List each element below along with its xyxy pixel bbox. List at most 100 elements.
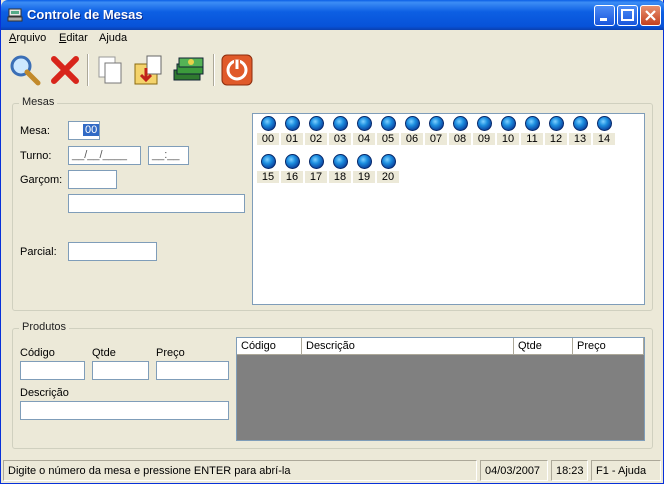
turno-time-input[interactable]: __:__ — [148, 146, 189, 165]
mesa-number: 00 — [257, 133, 279, 145]
search-icon[interactable] — [7, 52, 43, 88]
mesa-item[interactable]: 11 — [521, 116, 543, 152]
grid-column-codigo[interactable]: Código — [237, 338, 302, 355]
mesa-number: 17 — [305, 171, 327, 183]
descricao-input[interactable] — [20, 401, 229, 420]
mesa-item[interactable]: 20 — [377, 154, 399, 190]
mesa-item[interactable]: 13 — [569, 116, 591, 152]
grid-header: Código Descrição Qtde Preço — [237, 338, 644, 355]
mesa-item[interactable]: 02 — [305, 116, 327, 152]
grid-column-descricao[interactable]: Descrição — [302, 338, 514, 355]
mesa-item[interactable]: 04 — [353, 116, 375, 152]
mesa-item[interactable]: 18 — [329, 154, 351, 190]
mesa-item[interactable]: 05 — [377, 116, 399, 152]
mesa-item[interactable]: 12 — [545, 116, 567, 152]
preco-label: Preço — [156, 347, 185, 359]
mesa-number: 03 — [329, 133, 351, 145]
grid-column-preco[interactable]: Preço — [573, 338, 644, 355]
produtos-grid[interactable]: Código Descrição Qtde Preço — [236, 337, 645, 441]
mesa-item[interactable]: 15 — [257, 154, 279, 190]
mesa-number: 01 — [281, 133, 303, 145]
mesa-item[interactable]: 16 — [281, 154, 303, 190]
mesa-panel: 00 01 02 03 04 05 06 07 08 09 10 11 12 13 14 15 16 17 18 19… — [252, 113, 645, 305]
mesa-input[interactable]: 00 — [68, 121, 100, 140]
menu-ajuda[interactable]: Ajuda — [99, 32, 127, 44]
table-icon — [380, 154, 396, 169]
status-bar: Digite o número da mesa e pressione ENTE… — [1, 459, 663, 482]
mesa-number: 02 — [305, 133, 327, 145]
parcial-input[interactable] — [68, 242, 157, 261]
mesa-item[interactable]: 09 — [473, 116, 495, 152]
table-icon — [308, 116, 324, 131]
delete-icon[interactable] — [47, 52, 83, 88]
maximize-icon — [621, 9, 634, 21]
qtde-input[interactable] — [92, 361, 149, 380]
preco-input[interactable] — [156, 361, 229, 380]
money-icon[interactable] — [171, 52, 207, 88]
table-icon — [548, 116, 564, 131]
mesa-number: 18 — [329, 171, 351, 183]
minimize-button[interactable] — [594, 5, 615, 26]
mesa-label: Mesa: — [20, 125, 50, 137]
garcom-name-input[interactable] — [68, 194, 245, 213]
mesa-number: 11 — [521, 133, 543, 145]
mesas-group-title: Mesas — [19, 96, 58, 108]
table-icon — [524, 116, 540, 131]
descricao-label: Descrição — [20, 387, 69, 399]
grid-column-qtde[interactable]: Qtde — [514, 338, 573, 355]
mesa-number: 16 — [281, 171, 303, 183]
mesa-item[interactable]: 07 — [425, 116, 447, 152]
mesa-item[interactable]: 00 — [257, 116, 279, 152]
status-date: 04/03/2007 — [480, 460, 548, 481]
turno-label: Turno: — [20, 150, 52, 162]
table-icon — [332, 116, 348, 131]
close-button[interactable] — [640, 5, 661, 26]
app-icon — [7, 8, 23, 22]
menu-editar[interactable]: Editar — [59, 32, 88, 44]
table-icon — [476, 116, 492, 131]
table-icon — [596, 116, 612, 131]
produtos-group-title: Produtos — [19, 321, 70, 333]
title-bar[interactable]: Controle de Mesas — [1, 0, 664, 30]
table-icon — [380, 116, 396, 131]
maximize-button[interactable] — [617, 5, 638, 26]
codigo-label: Código — [20, 347, 55, 359]
mesa-number: 06 — [401, 133, 423, 145]
copy-icon[interactable] — [93, 52, 129, 88]
mesa-item[interactable]: 06 — [401, 116, 423, 152]
power-icon[interactable] — [219, 52, 255, 88]
mesa-number: 12 — [545, 133, 567, 145]
table-icon — [500, 116, 516, 131]
mesa-item[interactable]: 08 — [449, 116, 471, 152]
toolbar-separator — [213, 54, 215, 86]
mesa-number: 07 — [425, 133, 447, 145]
window-title: Controle de Mesas — [27, 7, 143, 22]
mesa-number: 19 — [353, 171, 375, 183]
menu-arquivo[interactable]: Arquivo — [9, 32, 46, 44]
status-message: Digite o número da mesa e pressione ENTE… — [3, 460, 477, 481]
table-icon — [572, 116, 588, 131]
toolbar-separator — [87, 54, 89, 86]
codigo-input[interactable] — [20, 361, 85, 380]
status-help: F1 - Ajuda — [591, 460, 661, 481]
table-icon — [260, 116, 276, 131]
mesa-item[interactable]: 10 — [497, 116, 519, 152]
table-icon — [260, 154, 276, 169]
mesa-item[interactable]: 19 — [353, 154, 375, 190]
qtde-label: Qtde — [92, 347, 116, 359]
toolbar — [1, 50, 664, 90]
mesa-number: 15 — [257, 171, 279, 183]
mesa-item[interactable]: 14 — [593, 116, 615, 152]
garcom-label: Garçom: — [20, 174, 63, 186]
status-time: 18:23 — [551, 460, 588, 481]
mesa-item[interactable]: 03 — [329, 116, 351, 152]
table-icon — [308, 154, 324, 169]
mesa-item[interactable]: 01 — [281, 116, 303, 152]
table-icon — [356, 154, 372, 169]
add-item-icon[interactable] — [131, 52, 167, 88]
garcom-code-input[interactable] — [68, 170, 117, 189]
table-icon — [284, 154, 300, 169]
table-icon — [332, 154, 348, 169]
mesa-item[interactable]: 17 — [305, 154, 327, 190]
turno-date-input[interactable]: __/__/____ — [68, 146, 141, 165]
